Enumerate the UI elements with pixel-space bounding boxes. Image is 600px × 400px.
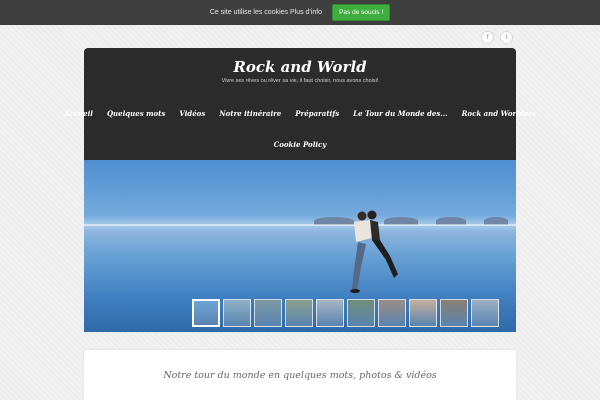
hero-slider[interactable] xyxy=(84,160,516,332)
slider-thumbnail[interactable] xyxy=(440,299,468,327)
slider-thumbnail[interactable] xyxy=(254,299,282,327)
nav-item-preparatifs[interactable]: Préparatifs xyxy=(295,109,339,118)
slider-thumbnails xyxy=(192,299,499,327)
twitter-icon[interactable]: t xyxy=(500,31,513,44)
site-header: Rock and World Vivre ses rêves ou rêver … xyxy=(64,48,536,160)
cookie-bar: Ce site utilise les cookies Plus d'info … xyxy=(0,0,600,25)
cookie-notice-text: Ce site utilise les cookies Plus d'info xyxy=(209,9,323,16)
slider-thumbnail[interactable] xyxy=(347,299,375,327)
nav-item-rock-and-worlders[interactable]: Rock and Worlders xyxy=(462,109,536,118)
horizon-line xyxy=(84,224,516,226)
slider-thumbnail[interactable] xyxy=(192,299,220,327)
couple-photo-figure xyxy=(350,210,398,293)
slider-thumbnail[interactable] xyxy=(285,299,313,327)
main-nav: Accueil Quelques mots Vidéos Notre itiné… xyxy=(64,109,536,118)
content-section: Notre tour du monde en quelques mots, ph… xyxy=(84,350,516,400)
nav-item-quelques-mots[interactable]: Quelques mots xyxy=(107,109,165,118)
slider-thumbnail[interactable] xyxy=(378,299,406,327)
facebook-icon[interactable]: f xyxy=(481,31,494,44)
section-title: Notre tour du monde en quelques mots, ph… xyxy=(163,370,437,381)
social-links: f t xyxy=(481,31,513,44)
site-tagline: Vivre ses rêves ou rêver sa vie, il faut… xyxy=(221,78,379,84)
nav-item-accueil[interactable]: Accueil xyxy=(64,109,93,118)
nav-item-videos[interactable]: Vidéos xyxy=(179,109,205,118)
nav-item-itineraire[interactable]: Notre itinéraire xyxy=(219,109,281,118)
nav-item-cookie-policy[interactable]: Cookie Policy xyxy=(274,140,327,149)
cookie-accept-button[interactable]: Pas de soucis ! xyxy=(332,4,391,21)
slider-thumbnail[interactable] xyxy=(316,299,344,327)
slider-thumbnail[interactable] xyxy=(471,299,499,327)
slider-thumbnail[interactable] xyxy=(409,299,437,327)
nav-item-tour-du-monde[interactable]: Le Tour du Monde des... xyxy=(353,109,447,118)
main-nav-row-2: Cookie Policy xyxy=(84,140,516,149)
site-title[interactable]: Rock and World xyxy=(84,58,516,76)
slider-thumbnail[interactable] xyxy=(223,299,251,327)
